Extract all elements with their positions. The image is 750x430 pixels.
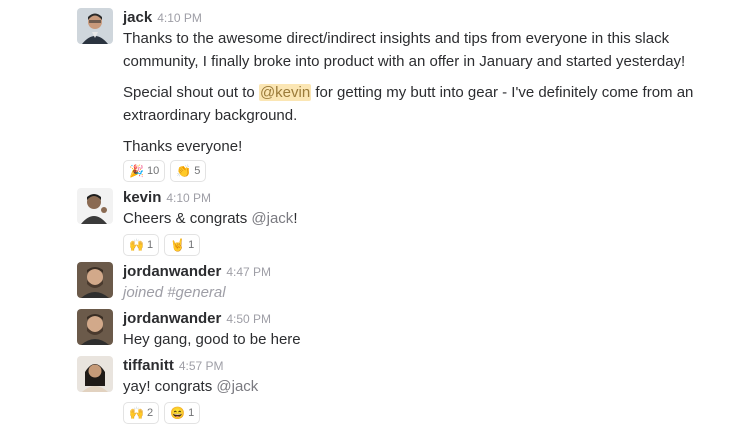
reaction-count: 1 [147,239,154,251]
reaction-rock-on-hand[interactable]: 🤘 1 [164,234,201,256]
avatar-tiffanitt[interactable] [77,356,113,392]
username[interactable]: jordanwander [123,263,221,280]
grinning-face-icon: 😄 [170,406,186,420]
message-text: Thanks to the awesome direct/indirect in… [123,30,686,70]
reaction-grinning-face[interactable]: 😄 1 [164,402,201,424]
clapping-hands-icon: 👏 [176,164,192,178]
username[interactable]: kevin [123,189,161,206]
reaction-count: 10 [147,165,160,177]
reactions: 🙌 2 😄 1 [123,402,733,424]
avatar-jack[interactable] [77,8,113,44]
message-text: Thanks everyone! [123,138,243,155]
username[interactable]: jordanwander [123,310,221,327]
reaction-raised-hands[interactable]: 🙌 1 [123,234,160,256]
reaction-count: 2 [147,407,154,419]
message-text-segment: ! [293,210,298,227]
reactions: 🎉 10 👏 5 [123,160,733,182]
message-text: Hey gang, good to be here [123,331,301,348]
rock-on-hand-icon: 🤘 [170,238,186,252]
timestamp[interactable]: 4:47 PM [226,265,271,279]
timestamp[interactable]: 4:50 PM [226,312,271,326]
message-text-segment: yay! congrats [123,378,217,395]
reactions: 🙌 1 🤘 1 [123,234,733,256]
avatar-kevin[interactable] [77,188,113,224]
reaction-count: 5 [194,165,201,177]
timestamp[interactable]: 4:10 PM [166,191,211,205]
party-popper-icon: 🎉 [129,164,144,178]
reaction-count: 1 [188,239,195,251]
reaction-party-popper[interactable]: 🎉 10 [123,160,166,182]
timestamp[interactable]: 4:10 PM [157,11,202,25]
reaction-clapping-hands[interactable]: 👏 5 [170,160,207,182]
message-text: yay! congrats @jack [123,375,733,398]
mention-jack[interactable]: @jack [216,378,258,395]
message-text-segment: Special shout out to [123,84,259,101]
timestamp[interactable]: 4:57 PM [179,359,224,373]
raised-hands-icon: 🙌 [129,406,144,420]
message-text: Special shout out to @kevin for getting … [123,81,733,127]
message-text-segment: Cheers & congrats [123,210,252,227]
avatar-jordanwander[interactable] [77,309,113,345]
reaction-raised-hands[interactable]: 🙌 2 [123,402,160,424]
avatar-jordanwander[interactable] [77,262,113,298]
reaction-count: 1 [188,407,195,419]
mention-kevin[interactable]: @kevin [258,84,312,101]
username[interactable]: jack [123,9,152,26]
message-text: Cheers & congrats @jack! [123,207,733,230]
joined-channel-text: joined #general [123,284,226,301]
mention-jack[interactable]: @jack [251,210,293,227]
username[interactable]: tiffanitt [123,357,174,374]
raised-hands-icon: 🙌 [129,238,144,252]
